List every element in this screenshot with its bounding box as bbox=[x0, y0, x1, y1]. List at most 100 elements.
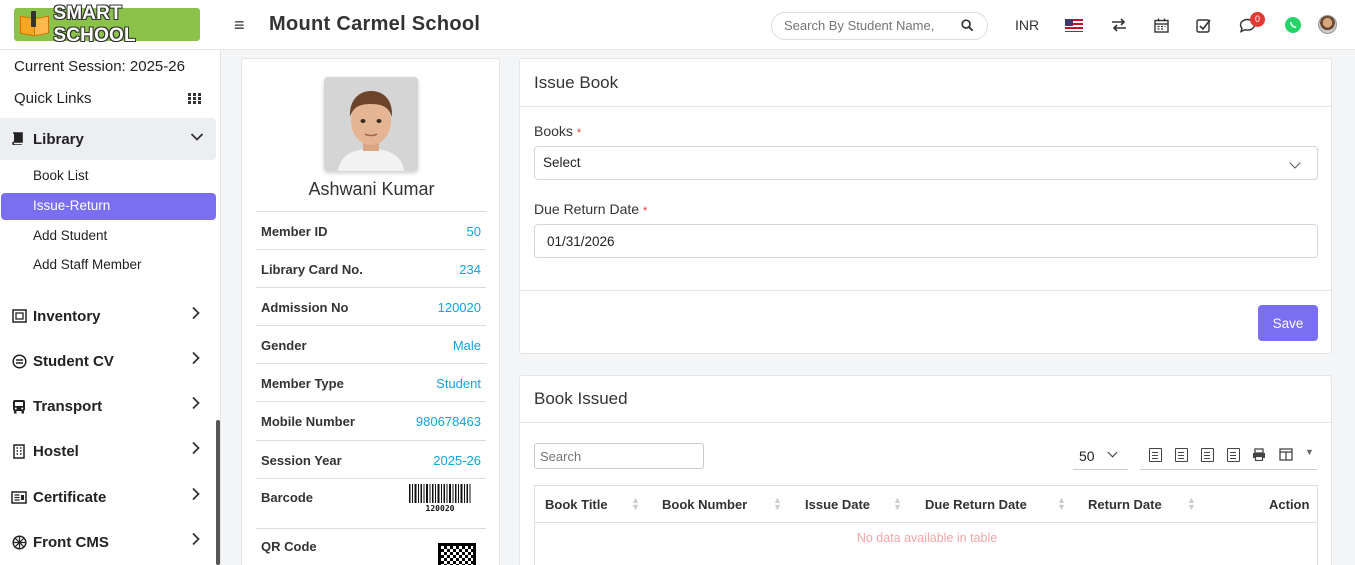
sort-icon[interactable]: ▲ ▼ bbox=[1057, 496, 1066, 512]
chevron-right-icon bbox=[191, 532, 201, 551]
chevron-down-icon bbox=[1107, 447, 1118, 458]
pdf-icon[interactable] bbox=[1227, 448, 1240, 462]
sidebar-item-label: Inventory bbox=[33, 308, 101, 325]
sidebar-subitem-add-student[interactable]: Add Student bbox=[33, 228, 107, 243]
chevron-down-icon bbox=[1289, 157, 1301, 169]
whatsapp-icon[interactable] bbox=[1285, 17, 1301, 33]
issue-book-panel: Issue Book Books * Select Due Return Dat… bbox=[519, 58, 1332, 354]
sort-icon[interactable]: ▲ ▼ bbox=[631, 496, 640, 512]
sidebar-item-hostel[interactable]: Hostel bbox=[0, 437, 216, 467]
print-icon[interactable] bbox=[1252, 448, 1266, 464]
us-flag-icon[interactable] bbox=[1065, 19, 1083, 32]
field-value: Male bbox=[452, 338, 481, 353]
sidebar-item-inventory[interactable]: Inventory bbox=[0, 302, 216, 332]
task-checkbox-icon[interactable] bbox=[1195, 16, 1213, 34]
sort-icon[interactable]: ▲ ▼ bbox=[1187, 496, 1196, 512]
grid-icon[interactable] bbox=[188, 93, 201, 105]
sidebar-item-label: Library bbox=[33, 131, 84, 148]
due-return-date-input[interactable] bbox=[534, 224, 1318, 258]
column-book-number[interactable]: Book Number bbox=[662, 497, 747, 512]
chevron-right-icon bbox=[191, 396, 201, 415]
barcode-number: 120020 bbox=[426, 504, 455, 513]
calendar-icon[interactable] bbox=[1152, 16, 1170, 34]
sidebar-scrollbar[interactable] bbox=[216, 420, 220, 565]
menu-toggle-icon[interactable]: ≡ bbox=[234, 15, 245, 36]
sidebar-item-certificate[interactable]: Certificate bbox=[0, 483, 216, 513]
school-name: Mount Carmel School bbox=[269, 13, 481, 35]
field-label: Member ID bbox=[261, 224, 328, 239]
issue-book-title: Issue Book bbox=[534, 73, 619, 92]
sidebar-item-label: Student CV bbox=[33, 353, 114, 370]
sidebar-item-library[interactable]: Library bbox=[0, 118, 216, 160]
member-profile-card: Ashwani Kumar Member ID 50 Library Card … bbox=[241, 58, 500, 565]
sidebar-item-student-cv[interactable]: Student CV bbox=[0, 347, 216, 377]
sidebar-item-label: Hostel bbox=[33, 443, 79, 460]
caret-down-icon[interactable]: ▼ bbox=[1305, 447, 1314, 457]
book-issued-panel: Book Issued 50 ▼ Book Title ▲▼ Book Numb… bbox=[519, 375, 1332, 565]
page-length-value: 50 bbox=[1079, 448, 1095, 464]
field-label: Session Year bbox=[261, 453, 342, 468]
books-select-value: Select bbox=[543, 155, 581, 170]
bus-icon bbox=[11, 398, 27, 414]
student-search-input[interactable] bbox=[784, 18, 954, 33]
sidebar-item-label: Transport bbox=[33, 398, 103, 415]
copy-icon[interactable] bbox=[1149, 448, 1162, 462]
sidebar: Current Session: 2025-26 Quick Links Lib… bbox=[0, 50, 221, 565]
page-length-select[interactable]: 50 bbox=[1073, 442, 1128, 470]
table-header: Book Title ▲ ▼ Book Number ▲ ▼ Issue Date … bbox=[534, 485, 1318, 523]
switch-arrows-icon[interactable] bbox=[1110, 16, 1128, 34]
chevron-right-icon bbox=[191, 487, 201, 506]
column-book-title[interactable]: Book Title bbox=[545, 497, 608, 512]
quick-links[interactable]: Quick Links bbox=[14, 90, 92, 107]
field-value: 120020 bbox=[437, 300, 481, 315]
chevron-right-icon bbox=[191, 441, 201, 460]
chevron-down-icon bbox=[190, 129, 204, 145]
currency-selector[interactable]: INR bbox=[1015, 17, 1039, 33]
export-toolbar: ▼ bbox=[1140, 442, 1317, 470]
sidebar-item-transport[interactable]: Transport bbox=[0, 392, 216, 422]
student-search-box[interactable] bbox=[771, 12, 988, 40]
columns-icon[interactable] bbox=[1279, 448, 1293, 464]
field-value: Student bbox=[436, 376, 481, 391]
sort-icon[interactable]: ▲ ▼ bbox=[893, 496, 902, 512]
field-label: Member Type bbox=[261, 376, 344, 391]
profile-row-qr-code: QR Code bbox=[256, 528, 486, 565]
top-header: SMART SCHOOL ≡ Mount Carmel School INR 0 bbox=[0, 0, 1355, 50]
table-search-input[interactable] bbox=[534, 443, 704, 469]
excel-icon[interactable] bbox=[1175, 448, 1188, 462]
profile-row-admission-no: Admission No 120020 bbox=[256, 287, 486, 325]
due-return-date-label-text: Due Return Date bbox=[534, 201, 640, 217]
book-icon bbox=[11, 132, 24, 148]
search-icon[interactable] bbox=[961, 19, 974, 32]
panel-divider bbox=[520, 290, 1331, 291]
profile-row-member-id: Member ID 50 bbox=[256, 211, 486, 249]
csv-icon[interactable] bbox=[1201, 448, 1214, 462]
save-button[interactable]: Save bbox=[1258, 305, 1318, 341]
books-select[interactable]: Select bbox=[534, 146, 1318, 180]
current-session[interactable]: Current Session: 2025-26 bbox=[14, 58, 185, 75]
books-label: Books * bbox=[534, 123, 581, 139]
column-due-return-date[interactable]: Due Return Date bbox=[925, 497, 1027, 512]
field-value: 2025-26 bbox=[433, 453, 481, 468]
building-icon bbox=[11, 443, 27, 459]
panel-divider bbox=[520, 106, 1331, 107]
profile-row-barcode: Barcode 120020 bbox=[256, 478, 486, 528]
user-avatar[interactable] bbox=[1318, 15, 1337, 34]
field-label: Library Card No. bbox=[261, 262, 363, 277]
field-label: Barcode bbox=[261, 490, 314, 505]
column-issue-date[interactable]: Issue Date bbox=[805, 497, 870, 512]
profile-row-mobile: Mobile Number 980678463 bbox=[256, 401, 486, 439]
sidebar-subitem-label: Issue-Return bbox=[33, 198, 111, 213]
sidebar-subitem-book-list[interactable]: Book List bbox=[33, 168, 89, 183]
column-return-date[interactable]: Return Date bbox=[1088, 497, 1162, 512]
profile-row-session-year: Session Year 2025-26 bbox=[256, 440, 486, 478]
field-value: 50 bbox=[466, 224, 481, 239]
field-value: 980678463 bbox=[415, 414, 481, 429]
sidebar-item-front-cms[interactable]: Front CMS bbox=[0, 528, 216, 558]
sort-icon[interactable]: ▲ ▼ bbox=[773, 496, 782, 512]
empty-table-message: No data available in table bbox=[856, 531, 998, 545]
sidebar-subitem-issue-return[interactable]: Issue-Return bbox=[1, 193, 216, 220]
chevron-right-icon bbox=[191, 351, 201, 370]
sidebar-subitem-add-staff-member[interactable]: Add Staff Member bbox=[33, 257, 142, 272]
app-logo[interactable]: SMART SCHOOL bbox=[14, 3, 200, 46]
